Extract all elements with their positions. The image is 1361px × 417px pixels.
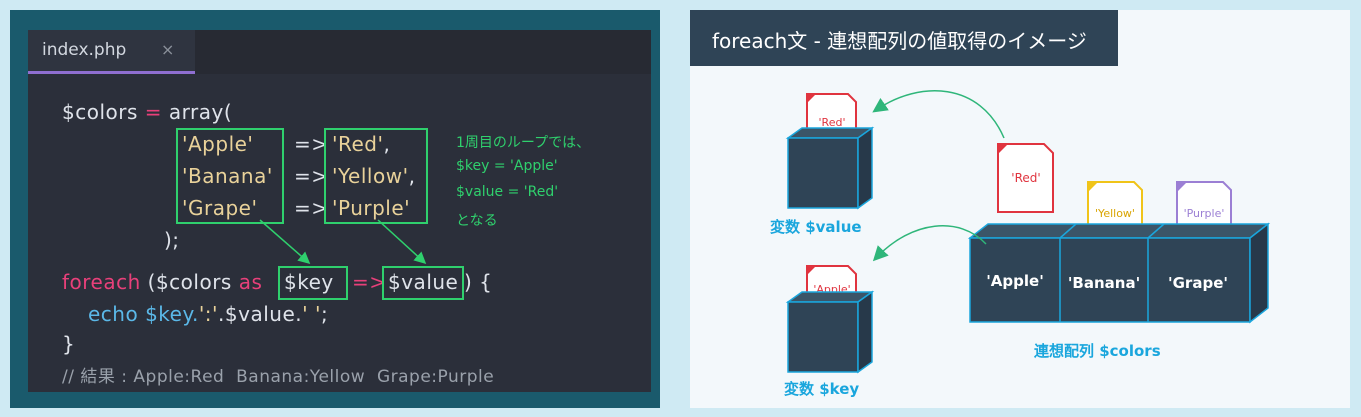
array-key-banana-label: 'Banana' — [1068, 274, 1140, 292]
array-key-grape-label: 'Grape' — [1168, 274, 1228, 292]
array-container: 'Apple' 'Banana' 'Grape' — [967, 222, 1271, 324]
diagram-illustration: 'Red' 'Apple' 'Red' 'Yellow' 'Purple' 'A… — [785, 90, 1271, 374]
yellow-card-text: 'Yellow' — [1095, 207, 1135, 220]
value-box — [785, 126, 875, 210]
code-editor: index.php × $colors = array( 'Apple' 'Ba… — [28, 30, 651, 392]
diagram-panel: foreach文 - 連想配列の値取得のイメージ 'Red' 'Apple' '… — [690, 10, 1350, 408]
key-box — [785, 290, 875, 374]
array-label: 連想配列 $colors — [1034, 342, 1161, 360]
array-key-apple-label: 'Apple' — [986, 272, 1044, 290]
key-box-label: 変数 $key — [784, 380, 860, 398]
floating-red-card: 'Red' — [997, 143, 1054, 213]
code-panel: index.php × $colors = array( 'Apple' 'Ba… — [10, 10, 660, 408]
key-arrow — [259, 219, 311, 264]
value-box-label: 変数 $value — [770, 218, 862, 236]
purple-card-text: 'Purple' — [1184, 207, 1225, 220]
value-arrow — [377, 219, 427, 265]
value-card-text: 'Red' — [819, 116, 846, 129]
code-arrows — [259, 219, 427, 265]
floating-card-text: 'Red' — [1011, 171, 1040, 185]
value-transfer-arrow — [872, 90, 1005, 139]
